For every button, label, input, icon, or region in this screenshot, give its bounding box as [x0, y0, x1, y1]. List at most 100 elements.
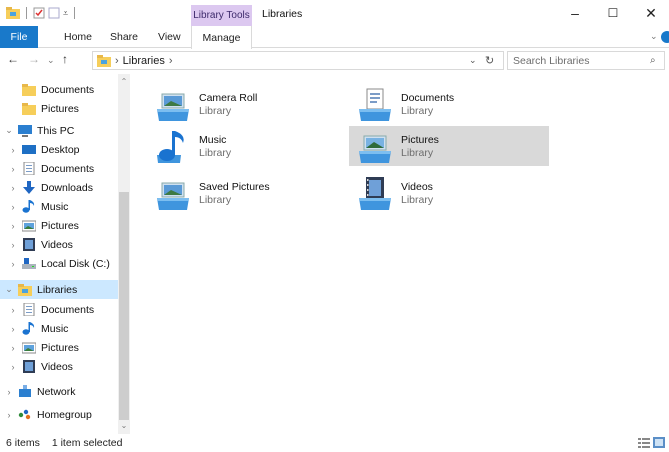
nav-item-label: Videos — [41, 238, 73, 251]
library-type: Library — [199, 104, 232, 117]
up-arrow-icon[interactable]: ↑ — [62, 52, 68, 66]
nav-item-desktop[interactable]: › Desktop — [0, 140, 118, 159]
homegroup-icon — [18, 408, 32, 421]
collapsed-chevron-icon[interactable]: › — [8, 221, 18, 231]
pictures-icon — [21, 341, 37, 354]
library-name: Saved Pictures — [199, 180, 270, 193]
collapsed-chevron-icon[interactable]: › — [8, 324, 18, 334]
recent-locations-chevron-icon[interactable]: ⌄ — [47, 55, 55, 66]
nav-item-downloads[interactable]: › Downloads — [0, 178, 118, 197]
music-icon — [22, 200, 36, 213]
library-type: Library — [401, 193, 434, 206]
nav-item-videos[interactable]: › Videos — [0, 235, 118, 254]
nav-item-label: Homegroup — [37, 408, 92, 421]
tab-manage[interactable]: Manage — [191, 26, 252, 49]
collapsed-chevron-icon[interactable]: › — [4, 410, 14, 420]
nav-item-music[interactable]: › Music — [0, 197, 118, 216]
tab-view[interactable]: View — [158, 26, 181, 48]
nav-item-label: Local Disk (C:) — [41, 257, 110, 270]
search-input[interactable]: Search Libraries — [507, 51, 665, 70]
quick-access-toolbar: ⩡ — [0, 0, 78, 26]
customize-toolbar-icon[interactable]: ⩡ — [63, 8, 68, 19]
collapsed-chevron-icon[interactable]: › — [8, 362, 18, 372]
refresh-icon[interactable]: ↻ — [485, 54, 494, 67]
computer-icon — [18, 124, 32, 137]
folder-icon — [22, 83, 36, 96]
nav-item-label: Downloads — [41, 181, 93, 194]
expanded-chevron-icon[interactable]: ⌄ — [4, 125, 14, 136]
new-folder-icon[interactable] — [48, 7, 60, 19]
collapsed-chevron-icon[interactable]: › — [8, 343, 18, 353]
library-type: Library — [199, 146, 232, 159]
collapsed-chevron-icon[interactable]: › — [8, 240, 18, 250]
pictures-icon — [21, 219, 37, 232]
minimize-button[interactable]: – — [555, 0, 595, 26]
nav-item-libraries[interactable]: ⌄ Libraries — [0, 280, 118, 299]
breadcrumb-separator-icon: › — [115, 54, 119, 67]
nav-item-this-pc[interactable]: ⌄ This PC — [0, 121, 118, 140]
network-icon — [18, 385, 32, 398]
nav-item-documents[interactable]: Documents — [0, 80, 118, 99]
library-text: Music Library — [199, 134, 231, 159]
libraries-icon — [18, 283, 32, 296]
collapsed-chevron-icon[interactable]: › — [8, 183, 18, 193]
nav-item-label: Music — [41, 200, 69, 213]
scrollbar-thumb[interactable] — [119, 192, 129, 420]
breadcrumb-separator-icon: › — [168, 54, 173, 67]
library-tile-pictures[interactable]: Pictures Library — [349, 126, 549, 166]
library-text: Pictures Library — [401, 134, 439, 159]
collapsed-chevron-icon[interactable]: › — [8, 164, 18, 174]
properties-icon[interactable] — [33, 7, 45, 19]
maximize-button[interactable]: ☐ — [593, 0, 633, 26]
nav-item-documents[interactable]: › Documents — [0, 159, 118, 178]
library-tile-saved-pictures[interactable]: Saved Pictures Library — [147, 173, 347, 213]
nav-item-pictures[interactable]: › Pictures — [0, 338, 118, 357]
nav-item-label: Pictures — [41, 341, 79, 354]
nav-item-pictures[interactable]: › Pictures — [0, 216, 118, 235]
library-text: Camera Roll Library — [199, 92, 257, 117]
collapsed-chevron-icon[interactable]: › — [8, 202, 18, 212]
close-button[interactable]: ✕ — [631, 0, 669, 26]
collapsed-chevron-icon[interactable]: › — [8, 259, 18, 269]
library-tile-documents[interactable]: Documents Library — [349, 84, 549, 124]
nav-item-homegroup[interactable]: › Homegroup — [0, 405, 118, 424]
breadcrumb-libraries[interactable]: Libraries — [123, 55, 165, 67]
nav-item-pictures[interactable]: Pictures — [0, 99, 118, 118]
help-icon[interactable] — [661, 31, 669, 43]
library-tile-videos[interactable]: Videos Library — [349, 173, 549, 213]
collapsed-chevron-icon[interactable]: › — [8, 305, 18, 315]
scroll-down-icon[interactable]: ⌄ — [119, 420, 129, 432]
back-arrow-icon[interactable]: ← — [7, 52, 19, 66]
details-view-icon[interactable] — [638, 437, 650, 448]
search-icon[interactable]: ⌕ — [650, 55, 656, 66]
nav-item-label: Documents — [41, 303, 95, 316]
toolbar-separator — [74, 7, 76, 19]
library-tile-camera-roll[interactable]: Camera Roll Library — [147, 84, 347, 124]
videos-icon — [22, 360, 36, 373]
forward-arrow-icon[interactable]: → — [28, 52, 40, 66]
nav-item-local-disk-c[interactable]: › Local Disk (C:) — [0, 254, 118, 273]
folder-app-icon[interactable] — [6, 7, 20, 19]
nav-item-music[interactable]: › Music — [0, 319, 118, 338]
collapsed-chevron-icon[interactable]: › — [8, 145, 18, 155]
address-dropdown-icon[interactable]: ⌄ — [469, 55, 477, 66]
nav-scrollbar[interactable]: ⌃ ⌄ — [118, 74, 130, 434]
tab-file[interactable]: File — [0, 26, 38, 48]
nav-item-network[interactable]: › Network — [0, 382, 118, 401]
documents-library-icon — [357, 87, 393, 121]
collapsed-chevron-icon[interactable]: › — [4, 387, 14, 397]
desktop-icon — [22, 143, 36, 156]
address-bar[interactable]: › Libraries › ⌄ ↻ — [92, 51, 504, 70]
expand-ribbon-icon[interactable]: ⌄ — [650, 31, 658, 42]
tab-share[interactable]: Share — [110, 26, 138, 48]
library-tile-music[interactable]: Music Library — [147, 126, 347, 166]
tab-home[interactable]: Home — [64, 26, 92, 48]
nav-item-documents[interactable]: › Documents — [0, 300, 118, 319]
scroll-up-icon[interactable]: ⌃ — [119, 76, 129, 88]
large-icons-view-icon[interactable] — [653, 437, 665, 448]
saved-pictures-library-icon — [155, 176, 191, 210]
nav-item-videos[interactable]: › Videos — [0, 357, 118, 376]
window-title: Libraries — [262, 8, 303, 20]
disk-icon — [22, 257, 36, 270]
expanded-chevron-icon[interactable]: ⌄ — [4, 284, 14, 295]
